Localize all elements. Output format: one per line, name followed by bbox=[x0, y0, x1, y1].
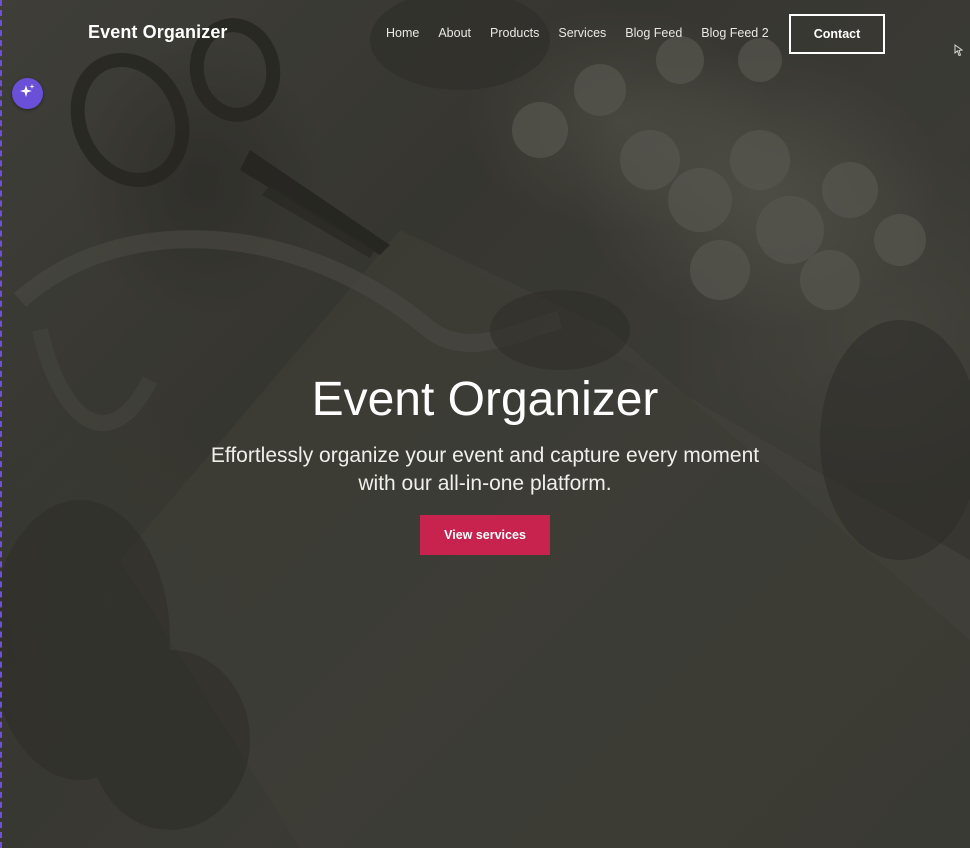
scroll-arrow-icon bbox=[954, 44, 964, 57]
hero-subtitle: Effortlessly organize your event and cap… bbox=[210, 444, 760, 495]
nav-item-blog-feed-2[interactable]: Blog Feed 2 bbox=[701, 26, 768, 40]
sparkle-icon bbox=[19, 83, 36, 105]
site-header: Event Organizer Home About Products Serv… bbox=[0, 0, 970, 68]
contact-button[interactable]: Contact bbox=[789, 14, 885, 54]
brand-logo[interactable]: Event Organizer bbox=[88, 22, 228, 43]
nav-item-home[interactable]: Home bbox=[386, 26, 419, 40]
nav-item-products[interactable]: Products bbox=[490, 26, 539, 40]
nav-item-blog-feed[interactable]: Blog Feed bbox=[625, 26, 682, 40]
hero-title: Event Organizer bbox=[311, 373, 659, 426]
main-navigation: Home About Products Services Blog Feed B… bbox=[386, 26, 769, 40]
nav-item-about[interactable]: About bbox=[438, 26, 471, 40]
nav-item-services[interactable]: Services bbox=[558, 26, 606, 40]
hero-content: Event Organizer Effortlessly organize yo… bbox=[0, 370, 970, 555]
ai-assistant-button[interactable] bbox=[12, 78, 43, 109]
view-services-button[interactable]: View services bbox=[420, 515, 550, 555]
